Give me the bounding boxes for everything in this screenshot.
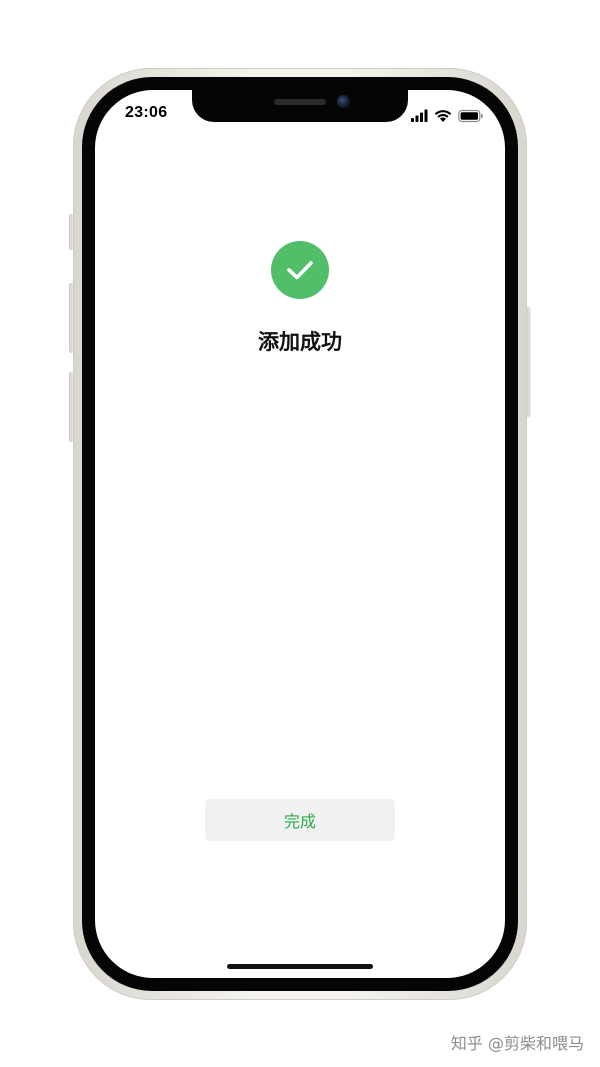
battery-icon: [458, 108, 484, 123]
home-indicator[interactable]: [227, 964, 373, 969]
wifi-icon: [433, 108, 453, 122]
front-camera: [337, 95, 350, 108]
notch: [192, 90, 408, 122]
success-title: 添加成功: [258, 330, 342, 354]
status-time: 23:06: [125, 104, 168, 121]
status-icons: [410, 107, 484, 123]
signal-icon: [410, 108, 430, 122]
checkmark-icon: [271, 241, 329, 299]
watermark: 知乎 @剪柴和喂马: [450, 1034, 584, 1053]
done-button[interactable]: 完成: [205, 799, 395, 841]
speaker-grille: [274, 99, 326, 105]
phone-screen: [95, 90, 505, 978]
page: 23:06 添加成功 完成 知乎 @剪柴和喂马: [0, 0, 600, 1067]
